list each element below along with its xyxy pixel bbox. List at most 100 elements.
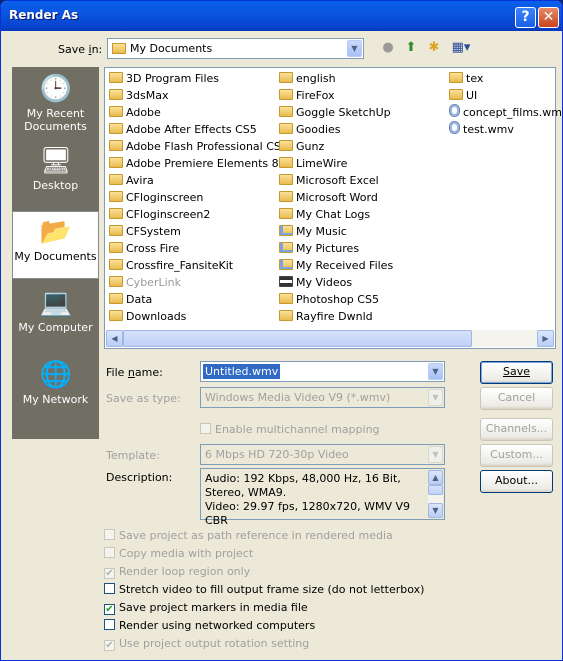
file-item[interactable]: Goodies — [279, 121, 341, 138]
file-item[interactable]: Rayfire Dwnld — [279, 308, 373, 325]
horizontal-scrollbar[interactable]: ◀ ▶ — [106, 330, 554, 347]
file-item[interactable]: Microsoft Excel — [279, 172, 379, 189]
file-item-label: Downloads — [126, 310, 187, 323]
checkbox-box[interactable] — [104, 619, 115, 630]
file-item[interactable]: CFSystem — [109, 223, 181, 240]
file-item[interactable]: Data — [109, 291, 152, 308]
file-item-label: CFSystem — [126, 225, 181, 238]
file-item[interactable]: Adobe After Effects CS5 — [109, 121, 257, 138]
scroll-down-icon[interactable]: ▼ — [428, 503, 443, 518]
file-item-label: My Received Files — [296, 259, 394, 272]
file-item[interactable]: LimeWire — [279, 155, 347, 172]
scroll-left-icon[interactable]: ◀ — [106, 330, 123, 347]
folder-icon — [109, 174, 123, 185]
file-item[interactable]: Adobe Flash Professional CS5 — [109, 138, 288, 155]
file-item-label: Microsoft Word — [296, 191, 378, 204]
chevron-down-icon[interactable]: ▼ — [428, 363, 443, 380]
place-my-network[interactable]: 🌐 My Network — [12, 355, 99, 423]
place-desktop[interactable]: 🖥 Desktop — [12, 141, 99, 209]
file-item[interactable]: Goggle SketchUp — [279, 104, 391, 121]
file-item[interactable]: Cross Fire — [109, 240, 179, 257]
file-item[interactable]: My Pictures — [279, 240, 359, 257]
chevron-down-icon[interactable]: ▼ — [347, 40, 362, 57]
file-item[interactable]: UI — [449, 87, 477, 104]
desktop-icon: 🖥 — [39, 146, 73, 176]
file-item[interactable]: 3dsMax — [109, 87, 168, 104]
scroll-up-icon[interactable]: ▲ — [428, 470, 443, 485]
file-item[interactable]: concept_films.wmv — [449, 104, 562, 121]
file-item[interactable]: Adobe — [109, 104, 161, 121]
place-my-recent-documents[interactable]: 🕒 My Recent Documents — [12, 69, 99, 137]
folder-icon — [109, 191, 123, 202]
file-item[interactable]: test.wmv — [449, 121, 514, 138]
chevron-down-icon: ▼ — [428, 389, 443, 406]
help-button[interactable]: ? — [515, 7, 536, 28]
channels-button: Channels... — [480, 418, 553, 441]
folder-icon — [279, 106, 293, 117]
file-item[interactable]: 3D Program Files — [109, 70, 219, 87]
vertical-scrollbar[interactable]: ▲ ▼ — [428, 470, 443, 518]
close-button[interactable]: ✕ — [538, 7, 559, 28]
file-item[interactable]: Gunz — [279, 138, 324, 155]
up-folder-icon[interactable]: ⬆ — [402, 39, 420, 57]
place-my-documents[interactable]: 📂 My Documents — [12, 211, 99, 279]
file-name-input[interactable]: Untitled.wmv ▼ — [200, 361, 445, 382]
file-item-label: test.wmv — [463, 123, 514, 136]
checkmark-icon[interactable]: ✔ — [104, 604, 115, 615]
option-label: Render using networked computers — [119, 619, 316, 632]
file-item[interactable]: My Videos — [279, 274, 352, 291]
folder-icon — [109, 242, 123, 253]
folder-icon — [109, 106, 123, 117]
file-item-label: CFloginscreen — [126, 191, 204, 204]
file-item-label: Adobe After Effects CS5 — [126, 123, 257, 136]
file-item[interactable]: english — [279, 70, 336, 87]
title-bar[interactable]: Render As ? ✕ — [1, 1, 562, 31]
file-item[interactable]: Photoshop CS5 — [279, 291, 379, 308]
checkbox-box — [104, 547, 115, 558]
file-item[interactable]: CyberLink — [109, 274, 181, 291]
file-item-label: Cross Fire — [126, 242, 180, 255]
file-item-label: Photoshop CS5 — [296, 293, 379, 306]
new-folder-icon[interactable]: ✱ — [425, 39, 443, 57]
media-file-icon — [449, 104, 460, 117]
file-item[interactable]: CFloginscreen — [109, 189, 203, 206]
folder-icon — [279, 72, 293, 83]
checkbox-box[interactable] — [104, 583, 115, 594]
file-item-label: Microsoft Excel — [296, 174, 379, 187]
description-label: Description: — [106, 471, 173, 484]
option-checkbox[interactable]: Stretch video to fill output frame size … — [104, 581, 424, 598]
back-icon[interactable]: ● — [379, 39, 397, 57]
option-checkbox: ✔ Use project output rotation setting — [104, 635, 309, 652]
file-item[interactable]: Avira — [109, 172, 154, 189]
folder-icon — [109, 293, 123, 304]
file-item[interactable]: CFloginscreen2 — [109, 206, 210, 223]
file-item[interactable]: FireFox — [279, 87, 334, 104]
scroll-right-icon[interactable]: ▶ — [537, 330, 554, 347]
folder-icon — [279, 208, 293, 219]
file-item[interactable]: Downloads — [109, 308, 186, 325]
description-text: Audio: 192 Kbps, 48,000 Hz, 16 Bit, Ster… — [205, 472, 410, 527]
about-button[interactable]: About... — [480, 470, 553, 493]
file-item[interactable]: Crossfire_FansiteKit — [109, 257, 233, 274]
scroll-thumb[interactable] — [428, 485, 443, 495]
file-item[interactable]: Adobe Premiere Elements 8 — [109, 155, 279, 172]
option-checkbox[interactable]: Render using networked computers — [104, 617, 315, 634]
file-item[interactable]: My Music — [279, 223, 347, 240]
save-button[interactable]: Save — [480, 361, 553, 384]
file-item[interactable]: My Received Files — [279, 257, 393, 274]
scroll-thumb[interactable] — [123, 330, 472, 347]
save-in-combo[interactable]: My Documents ▼ — [107, 38, 364, 59]
option-label: Render loop region only — [119, 565, 251, 578]
save-as-type-label: Save as type: — [106, 392, 181, 405]
option-checkbox[interactable]: ✔ Save project markers in media file — [104, 599, 308, 616]
file-item[interactable]: Microsoft Word — [279, 189, 378, 206]
file-item[interactable]: tex — [449, 70, 483, 87]
file-item-label: CFloginscreen2 — [126, 208, 211, 221]
save-in-label: Save in: — [58, 43, 103, 56]
views-menu-icon[interactable]: ▦▾ — [449, 39, 473, 57]
file-list[interactable]: 3D Program Files 3dsMax Adobe Adobe After E… — [104, 67, 562, 349]
file-item-label: UI — [466, 89, 478, 102]
place-my-computer[interactable]: 💻 My Computer — [12, 283, 99, 351]
special-folder-icon — [279, 225, 293, 236]
file-item[interactable]: My Chat Logs — [279, 206, 370, 223]
